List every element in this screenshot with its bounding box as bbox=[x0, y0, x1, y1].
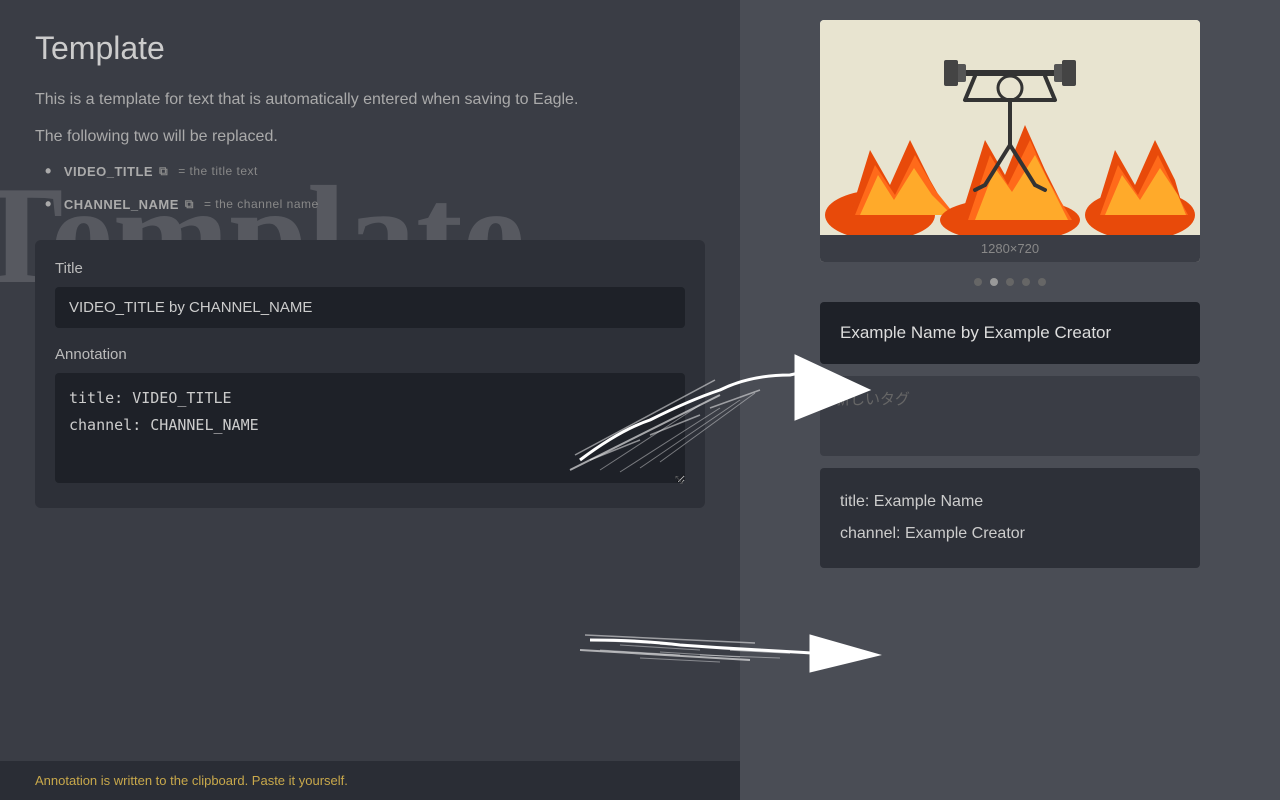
description-text: This is a template for text that is auto… bbox=[35, 87, 705, 113]
image-container: 1280×720 bbox=[820, 20, 1200, 262]
annotation-line1: title: Example Name bbox=[840, 493, 983, 510]
dot-2[interactable] bbox=[990, 278, 998, 286]
annotation-textarea[interactable]: title: VIDEO_TITLE channel: CHANNEL_NAME bbox=[55, 373, 685, 483]
video-title-key: VIDEO_TITLE bbox=[64, 164, 153, 179]
annotation-field-label: Annotation bbox=[55, 346, 685, 363]
bullet-item-video-title: VIDEO_TITLE ⧉ = the title text bbox=[45, 161, 705, 182]
left-panel: Template This is a template for text tha… bbox=[0, 0, 740, 800]
following-text: The following two will be replaced. bbox=[35, 128, 705, 146]
image-placeholder bbox=[820, 20, 1200, 235]
result-annotation-box: title: Example Name channel: Example Cre… bbox=[820, 468, 1200, 568]
bullet-item-channel-name: CHANNEL_NAME ⧉ = the channel name bbox=[45, 194, 705, 215]
page-title: Template bbox=[35, 30, 705, 67]
right-panel: 1280×720 Example Name by Example Creator… bbox=[740, 0, 1280, 800]
copy-icon-channel-name[interactable]: ⧉ bbox=[185, 197, 194, 212]
copy-icon-video-title[interactable]: ⧉ bbox=[159, 164, 168, 179]
annotation-line2: channel: Example Creator bbox=[840, 525, 1025, 542]
dot-4[interactable] bbox=[1022, 278, 1030, 286]
dot-1[interactable] bbox=[974, 278, 982, 286]
bullet-list: VIDEO_TITLE ⧉ = the title text CHANNEL_N… bbox=[45, 161, 705, 215]
result-annotation-text: title: Example Name channel: Example Cre… bbox=[840, 486, 1180, 550]
video-title-equals: = the title text bbox=[178, 164, 258, 178]
result-title-text: Example Name by Example Creator bbox=[840, 320, 1180, 346]
title-input[interactable] bbox=[55, 287, 685, 328]
template-form: Title Annotation title: VIDEO_TITLE chan… bbox=[35, 240, 705, 508]
channel-name-key: CHANNEL_NAME bbox=[64, 197, 179, 212]
dot-5[interactable] bbox=[1038, 278, 1046, 286]
bottom-note: Annotation is written to the clipboard. … bbox=[0, 761, 740, 800]
title-field-label: Title bbox=[55, 260, 685, 277]
dots-row bbox=[974, 278, 1046, 286]
resize-handle: ⤡ bbox=[675, 475, 683, 486]
dot-3[interactable] bbox=[1006, 278, 1014, 286]
result-title-box: Example Name by Example Creator bbox=[820, 302, 1200, 364]
tag-input-box[interactable]: 新しいタグ bbox=[820, 376, 1200, 456]
channel-name-equals: = the channel name bbox=[204, 197, 319, 211]
image-size-label: 1280×720 bbox=[820, 235, 1200, 262]
tag-input-placeholder: 新しいタグ bbox=[835, 391, 910, 408]
